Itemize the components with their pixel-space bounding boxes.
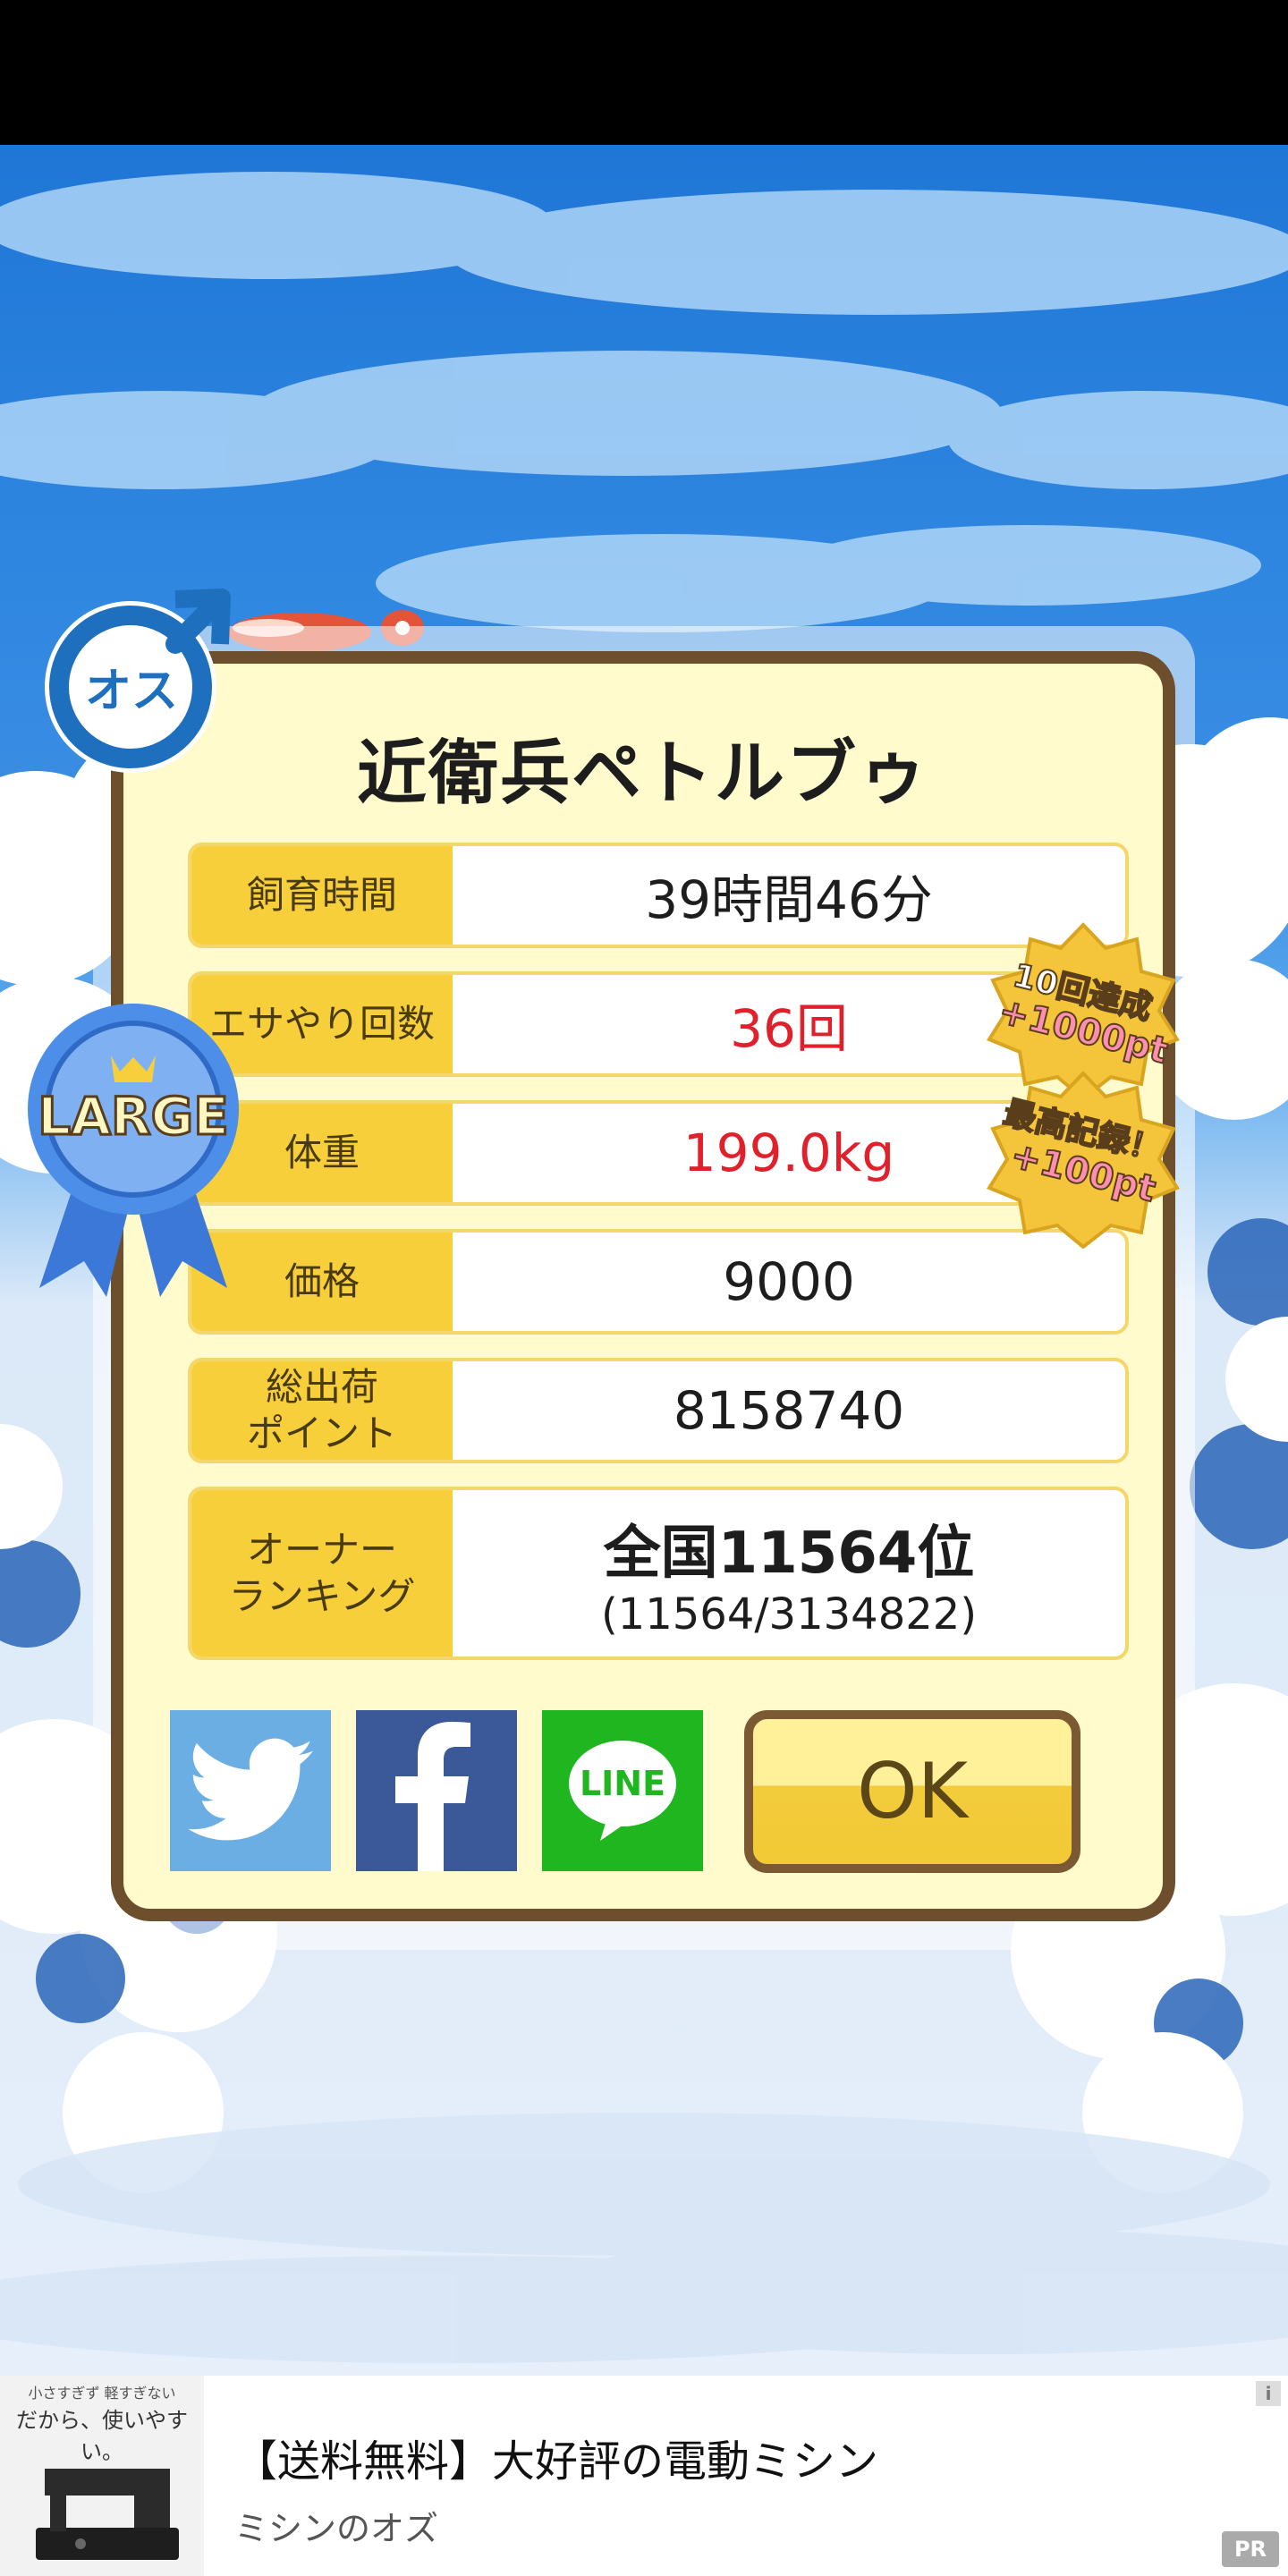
stat-row-owner-ranking: オーナー ランキング 全国11564位 (11564/3134822) [188, 1487, 1129, 1660]
ok-button[interactable]: OK [744, 1710, 1080, 1873]
line-label: LINE [579, 1764, 666, 1803]
ad-advertiser: ミシンのオズ [234, 2509, 439, 2548]
ranking-sub: (11564/3134822) [600, 1589, 978, 1640]
ad-image[interactable]: 小さすぎず 軽すぎない だから、使いやすい。 [0, 2376, 204, 2576]
twitter-share-button[interactable] [170, 1710, 331, 1871]
stat-label-line1: 総出荷 [265, 1365, 378, 1409]
twitter-icon [188, 1738, 313, 1841]
stat-row-total-points: 総出荷 ポイント 8158740 [188, 1358, 1129, 1463]
facebook-icon [395, 1722, 470, 1871]
stat-label: 総出荷 ポイント [191, 1361, 453, 1460]
stat-label-line1: オーナー [246, 1528, 397, 1572]
status-bar [0, 0, 1288, 145]
ad-pr-badge: PR [1222, 2531, 1279, 2567]
ad-title[interactable]: 【送料無料】大好評の電動ミシン [234, 2426, 878, 2488]
bonus-badge-weight: 最高記録！ +100pt [980, 1070, 1186, 1249]
ad-banner[interactable]: 小さすぎず 軽すぎない だから、使いやすい。 【送料無料】大好評の電動ミシン ミ… [0, 2376, 1288, 2576]
ad-info-icon[interactable]: i [1256, 2381, 1281, 2406]
size-badge-label: LARGE [37, 1085, 231, 1148]
sewing-machine-image [36, 2469, 179, 2560]
ranking-value: 全国11564位 (11564/3134822) [453, 1490, 1125, 1657]
stat-value: 8158740 [673, 1380, 905, 1441]
result-card: 近衛兵ペトルブゥ 飼育時間 39時間46分 エサやり回数 36回 体重 199.… [111, 651, 1175, 1921]
facebook-share-button[interactable] [356, 1710, 517, 1871]
gender-badge-label: オス [84, 665, 178, 718]
line-share-button[interactable]: LINE [542, 1710, 703, 1871]
ranking-main: 全国11564位 [603, 1521, 975, 1587]
stat-label: 飼育時間 [191, 846, 453, 945]
pet-name-title: 近衛兵ペトルブゥ [356, 733, 929, 814]
stat-label-line2: ポイント [246, 1411, 397, 1455]
stat-label-line2: ランキング [228, 1574, 416, 1618]
stat-label: オーナー ランキング [191, 1490, 453, 1657]
